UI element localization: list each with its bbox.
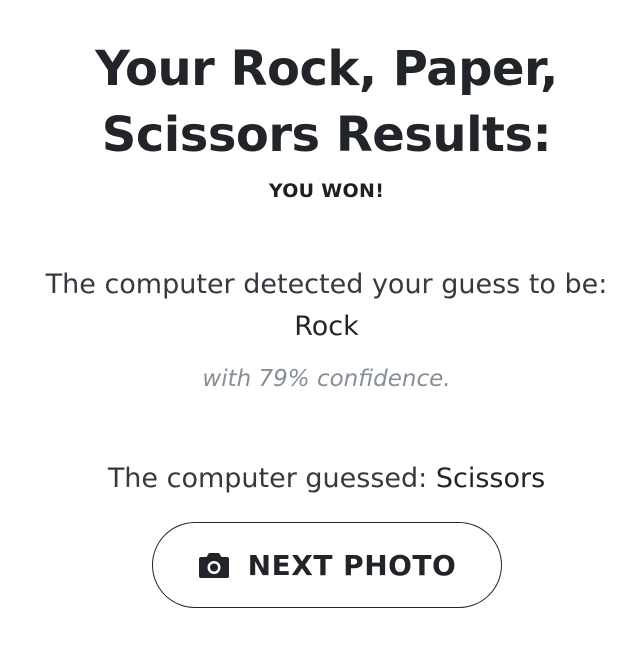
confidence-text: with 79% confidence. xyxy=(202,366,451,392)
next-photo-label: NEXT PHOTO xyxy=(247,548,457,582)
detected-guess-label: The computer detected your guess to be: xyxy=(45,269,608,300)
results-page: Your Rock, Paper, Scissors Results: YOU … xyxy=(0,0,629,648)
title-line-2: Scissors Results: xyxy=(101,107,552,163)
next-photo-button[interactable]: NEXT PHOTO xyxy=(152,522,502,608)
computer-guess-value: Scissors xyxy=(435,463,546,494)
computer-guess-label: The computer guessed: xyxy=(107,463,428,494)
detected-guess-value: Rock xyxy=(294,311,359,342)
game-outcome: YOU WON! xyxy=(268,180,385,202)
computer-guess: The computer guessed: Scissors xyxy=(0,462,629,496)
title-line-1: Your Rock, Paper, xyxy=(95,41,558,97)
page-title: Your Rock, Paper, Scissors Results: xyxy=(0,36,629,168)
camera-icon xyxy=(198,551,230,579)
